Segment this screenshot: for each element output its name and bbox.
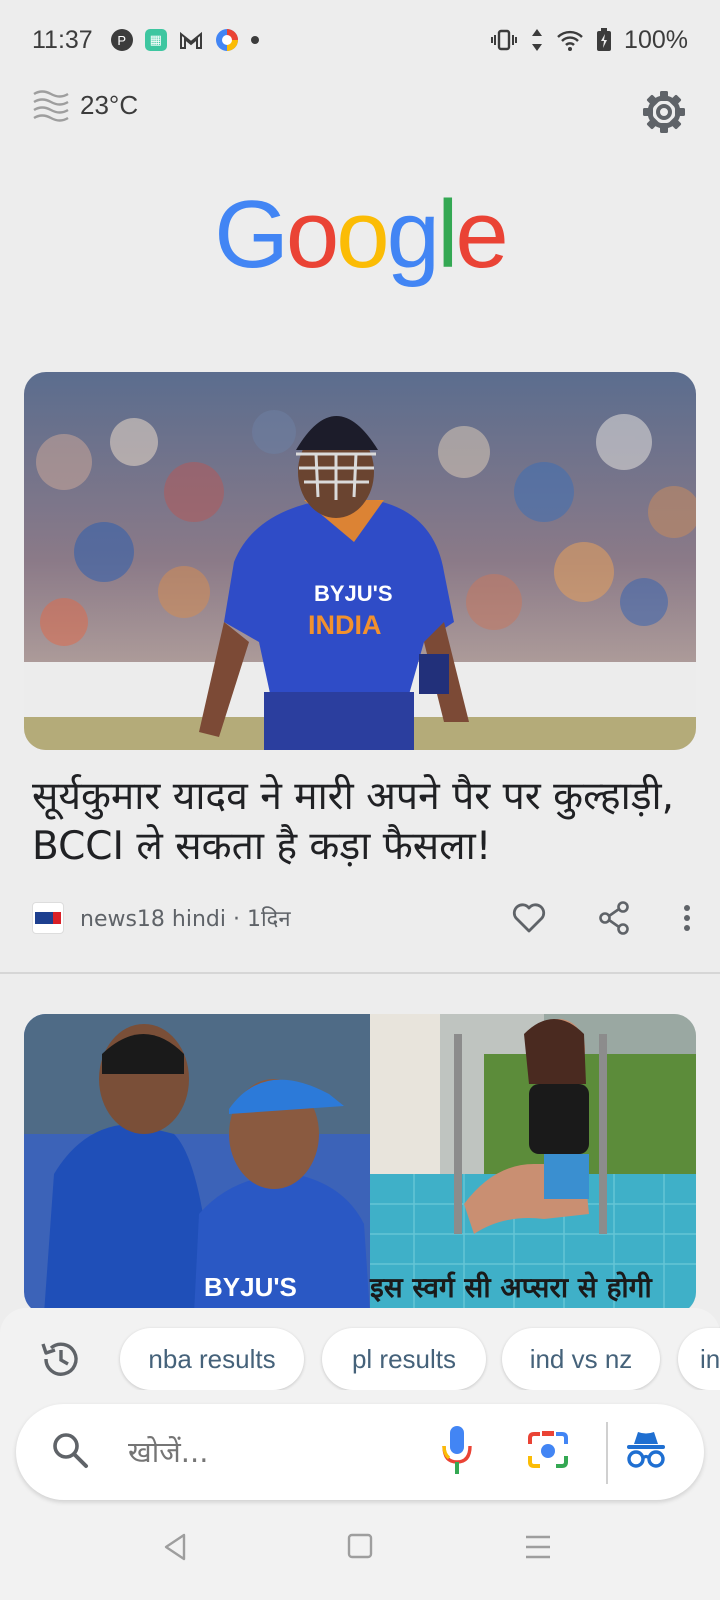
status-time: 11:37 bbox=[32, 25, 93, 54]
history-button[interactable] bbox=[38, 1336, 84, 1382]
more-vert-icon[interactable] bbox=[682, 903, 692, 933]
feed-divider bbox=[0, 972, 720, 974]
logo-letter-g2: g bbox=[386, 181, 440, 288]
system-nav-bar bbox=[0, 1520, 720, 1592]
news-card-image[interactable]: BYJU'S INDIA bbox=[24, 372, 696, 750]
share-icon[interactable] bbox=[598, 901, 630, 935]
search-panel: nba results pl results ind vs nz in खोजे… bbox=[0, 1308, 720, 1600]
suggestion-chip-pl-results[interactable]: pl results bbox=[322, 1328, 486, 1390]
search-bar[interactable]: खोजें... bbox=[16, 1404, 704, 1500]
wifi-icon bbox=[557, 30, 583, 51]
suggestion-chip-ind-vs-nz[interactable]: ind vs nz bbox=[502, 1328, 660, 1390]
history-icon bbox=[41, 1342, 78, 1376]
google-logo: Google bbox=[0, 180, 720, 290]
weather-widget[interactable]: 23°C bbox=[32, 88, 138, 122]
status-bar: 11:37 P ▦ 100% bbox=[0, 0, 720, 80]
suggestion-chip-nba-results[interactable]: nba results bbox=[120, 1328, 304, 1390]
logo-letter-g: G bbox=[214, 181, 289, 288]
news-card-2-image[interactable]: BYJU'S इस स्वर्ग सी अप्सरा से होगी bbox=[24, 1014, 696, 1314]
vibrate-icon bbox=[491, 29, 518, 51]
logo-letter-o1: o bbox=[285, 181, 339, 288]
nav-back-icon[interactable] bbox=[162, 1532, 188, 1562]
more-notifications-dot bbox=[250, 36, 259, 44]
news18-logo-icon bbox=[32, 902, 64, 934]
news-meta-row: news18 hindi · 1दिन bbox=[32, 896, 692, 940]
photos-app-icon bbox=[215, 29, 238, 51]
logo-letter-e: e bbox=[455, 181, 508, 288]
jersey-country-text: INDIA bbox=[308, 610, 382, 640]
battery-percent: 100% bbox=[624, 25, 688, 54]
nav-home-icon[interactable] bbox=[346, 1532, 374, 1560]
gmail-icon bbox=[179, 31, 202, 49]
data-arrows-icon bbox=[532, 29, 543, 51]
card2-image-caption: इस स्वर्ग सी अप्सरा से होगी bbox=[370, 1271, 652, 1304]
system-status-icons: 100% bbox=[490, 26, 688, 55]
nav-recents-icon[interactable] bbox=[524, 1534, 552, 1560]
search-bar-divider bbox=[606, 1422, 608, 1484]
search-input[interactable]: खोजें... bbox=[128, 1432, 208, 1471]
haze-weather-icon bbox=[33, 90, 69, 122]
calculator-app-icon: ▦ bbox=[144, 29, 167, 51]
news-headline[interactable]: सूर्यकुमार यादव ने मारी अपने पैर पर कुल्… bbox=[32, 772, 692, 872]
card2-jersey-text: BYJU'S bbox=[204, 1272, 297, 1302]
logo-letter-o2: o bbox=[336, 181, 389, 288]
battery-icon bbox=[597, 28, 612, 51]
gear-icon bbox=[643, 91, 685, 133]
logo-letter-l: l bbox=[437, 181, 458, 288]
news-source: news18 hindi · 1दिन bbox=[80, 907, 291, 932]
notification-icons: P ▦ bbox=[110, 28, 259, 52]
app-notification-icon: P bbox=[110, 29, 133, 51]
settings-button[interactable] bbox=[642, 90, 686, 134]
google-lens-camera-icon[interactable] bbox=[524, 1426, 572, 1474]
suggestion-chip-partial[interactable]: in bbox=[678, 1328, 720, 1390]
jersey-sponsor-text: BYJU'S bbox=[314, 581, 393, 606]
incognito-icon[interactable] bbox=[624, 1428, 668, 1472]
news-actions bbox=[512, 901, 692, 935]
suggestion-chips: nba results pl results ind vs nz in bbox=[0, 1326, 720, 1390]
voice-search-mic-icon[interactable] bbox=[440, 1424, 474, 1478]
like-heart-icon[interactable] bbox=[512, 903, 546, 933]
search-icon bbox=[53, 1433, 88, 1468]
weather-temperature: 23°C bbox=[80, 89, 139, 120]
cricketer-photo: BYJU'S INDIA bbox=[24, 372, 696, 750]
